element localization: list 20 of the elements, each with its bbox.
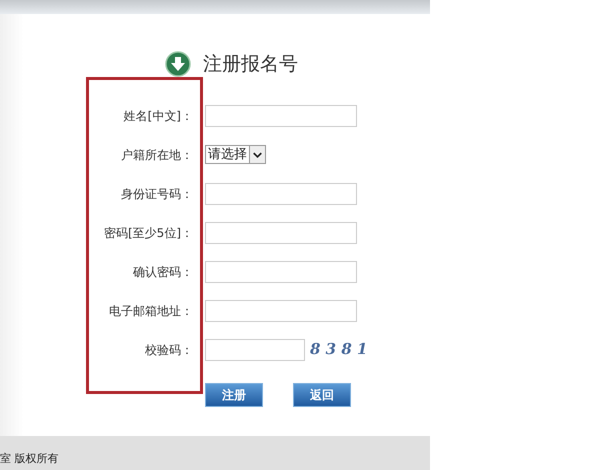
input-field[interactable]	[205, 300, 357, 322]
field-label: 确认密码：	[132, 264, 194, 280]
form-button[interactable]: 返回	[293, 383, 351, 407]
chevron-down-icon	[249, 146, 265, 163]
field-label: 校验码：	[144, 342, 194, 358]
form-button[interactable]: 注册	[205, 383, 263, 407]
field-label: 姓名[中文]：	[122, 108, 194, 124]
input-field[interactable]	[205, 222, 357, 244]
field-label: 电子邮箱地址：	[108, 302, 194, 320]
captcha-field[interactable]	[205, 338, 305, 360]
copyright-text: 室 版权所有	[0, 450, 58, 466]
captcha-code: 8 3 8 1	[310, 339, 368, 360]
input-field[interactable]	[205, 260, 357, 282]
input-field[interactable]	[205, 182, 357, 204]
region-dropdown[interactable]: 请选择	[205, 145, 266, 164]
field-label: 密码[至少5位]：	[103, 224, 194, 242]
input-field[interactable]	[205, 104, 357, 126]
page-heading: 注册报名号	[203, 52, 298, 77]
field-label: 户籍所在地：	[120, 146, 194, 164]
field-label: 身份证号码：	[120, 186, 194, 202]
